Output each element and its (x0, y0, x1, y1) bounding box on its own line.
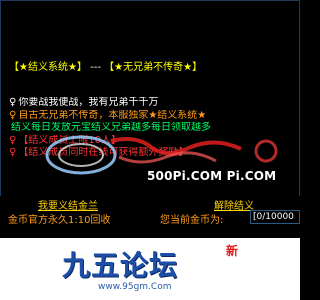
dialog-header: 【★结义系统★】 --- 【★无兄弟不传奇★】 (9, 59, 202, 77)
female-symbol-icon: ♀ (9, 109, 17, 121)
female-symbol-icon: ♀ (9, 147, 17, 158)
message-text: 你要战我便战，我有兄弟千千万 (18, 97, 159, 108)
message-line: ♀ 自古无兄弟不传奇，本服独家★结义系统★ (9, 110, 297, 123)
watermark-url: 500Pi.COM Pi.COM (147, 169, 277, 183)
header-separator: --- (90, 62, 101, 73)
message-text: 自古无兄弟不传奇，本服独家★结义系统★ (18, 109, 207, 121)
female-symbol-icon: ♀ (9, 97, 17, 108)
forum-url: www.95gm.Com (98, 282, 172, 292)
join-brotherhood-link[interactable]: 我要义结金兰 (38, 197, 98, 212)
message-line: ♀ 你要战我便战，我有兄弟千千万 (9, 97, 297, 110)
header-left-title: 【★结义系统★】 (9, 62, 87, 73)
forum-logo-text: 九五论坛 (62, 249, 179, 282)
message-text: 结义每日发放元宝结义兄弟越多每日领取越多 (11, 122, 211, 133)
gold-recycle-info: 金币官方永久1:10回收 (8, 215, 111, 226)
new-badge: 新 (226, 244, 239, 258)
gold-amount-field[interactable]: [0/10000 (250, 210, 300, 224)
current-gold-label: 您当前金币为: (160, 215, 224, 226)
dissolve-brotherhood-link[interactable]: 解除结义 (214, 197, 254, 212)
header-right-title: 【★无兄弟不传奇★】 (104, 62, 203, 73)
female-symbol-icon: ♀ (9, 134, 17, 146)
